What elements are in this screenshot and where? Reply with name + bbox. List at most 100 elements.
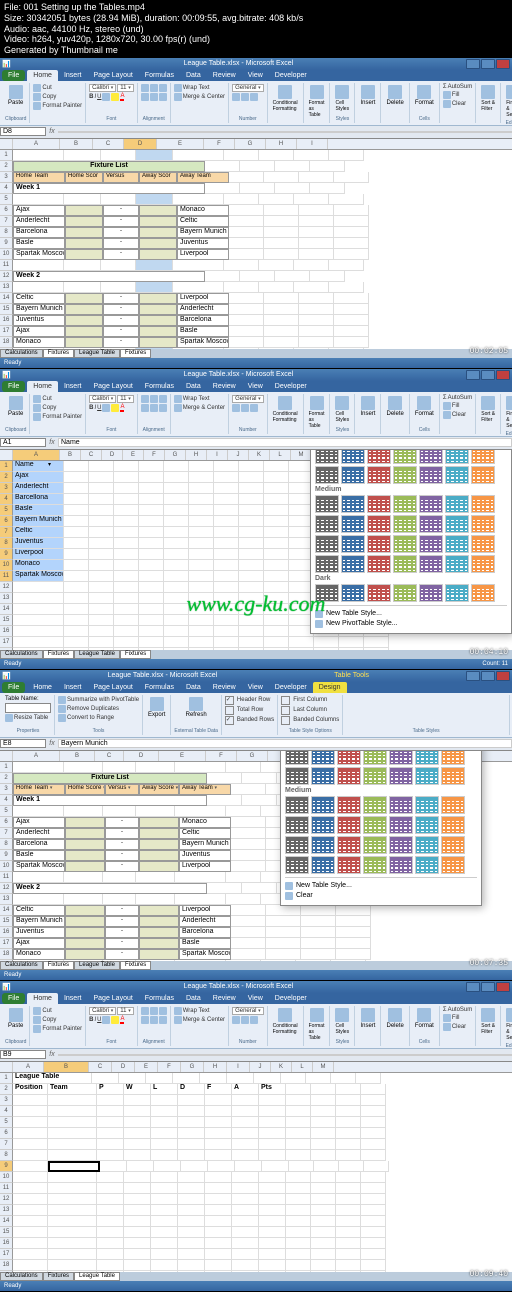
spreadsheet-cell[interactable] [264,527,289,538]
spreadsheet-cell[interactable] [65,938,105,949]
spreadsheet-cell[interactable] [151,1183,178,1194]
spreadsheet-cell[interactable] [164,483,189,494]
row-header[interactable]: 4 [0,1106,13,1117]
spreadsheet-cell[interactable] [89,472,114,483]
spreadsheet-cell[interactable]: - [105,850,139,861]
spreadsheet-cell[interactable] [205,271,240,282]
spreadsheet-cell[interactable] [259,1172,286,1183]
spreadsheet-cell[interactable] [136,150,173,161]
spreadsheet-cell[interactable] [13,894,64,905]
column-header[interactable]: I [297,139,328,149]
tab-file[interactable]: File [2,993,25,1004]
align-left-icon[interactable] [141,1016,149,1024]
spreadsheet-cell[interactable] [364,1161,389,1172]
spreadsheet-cell[interactable] [264,227,299,238]
spreadsheet-cell[interactable] [178,1194,205,1205]
spreadsheet-cell[interactable]: Spartak Moscow [13,571,64,582]
row-header[interactable]: 12 [0,883,13,894]
table-style-swatch[interactable] [415,856,439,874]
column-header[interactable]: F [158,1062,181,1072]
tab-insert[interactable]: Insert [58,70,88,81]
spreadsheet-cell[interactable] [232,1172,259,1183]
spreadsheet-cell[interactable] [64,806,103,817]
tab-review[interactable]: Review [207,381,242,392]
spreadsheet-cell[interactable] [264,315,299,326]
spreadsheet-cell[interactable] [48,1172,97,1183]
sheet-tab[interactable]: Fixtures [43,1272,74,1281]
row-header[interactable]: 15 [0,916,13,927]
column-header[interactable]: E [135,1062,158,1072]
spreadsheet-cell[interactable] [311,1084,336,1095]
spreadsheet-cell[interactable] [65,227,103,238]
spreadsheet-cell[interactable]: Juventus [13,927,65,938]
spreadsheet-cell[interactable] [139,571,164,582]
spreadsheet-cell[interactable] [189,483,214,494]
spreadsheet-cell[interactable] [232,1271,259,1272]
table-style-swatch[interactable] [415,751,439,765]
align-right-icon[interactable] [159,404,167,412]
spreadsheet-cell[interactable] [48,1238,97,1249]
spreadsheet-cell[interactable] [259,1216,286,1227]
table-style-swatch[interactable] [419,450,443,464]
table-style-swatch[interactable] [441,836,465,854]
row-header[interactable]: 2 [0,773,13,784]
table-style-swatch[interactable] [337,767,361,785]
spreadsheet-cell[interactable]: - [103,326,139,337]
table-style-swatch[interactable] [389,836,413,854]
spreadsheet-cell[interactable] [275,271,310,282]
spreadsheet-cell[interactable] [97,1216,124,1227]
currency-icon[interactable] [232,93,240,101]
spreadsheet-cell[interactable] [97,1183,124,1194]
table-style-swatch[interactable] [389,796,413,814]
spreadsheet-cell[interactable] [139,304,177,315]
spreadsheet-cell[interactable] [97,1194,124,1205]
percent-icon[interactable] [241,1016,249,1024]
tab-data[interactable]: Data [180,70,207,81]
spreadsheet-cell[interactable] [361,1095,386,1106]
spreadsheet-cell[interactable]: Anderlecht [13,216,65,227]
spreadsheet-cell[interactable] [205,1238,232,1249]
spreadsheet-cell[interactable] [136,260,173,271]
spreadsheet-cell[interactable] [311,1183,336,1194]
insert-cells-button[interactable]: Insert [358,395,377,418]
spreadsheet-cell[interactable] [64,538,89,549]
tab-data[interactable]: Data [180,993,207,1004]
spreadsheet-cell[interactable] [139,560,164,571]
row-header[interactable]: 9 [0,549,13,560]
align-bottom-icon[interactable] [159,1007,167,1015]
spreadsheet-cell[interactable] [178,1249,205,1260]
table-style-swatch[interactable] [445,555,469,573]
spreadsheet-cell[interactable] [361,1260,386,1271]
spreadsheet-cell[interactable] [336,1172,361,1183]
spreadsheet-cell[interactable] [89,538,114,549]
spreadsheet-cell[interactable] [124,1205,151,1216]
spreadsheet-cell[interactable] [336,1205,361,1216]
maximize-button[interactable] [481,370,495,380]
spreadsheet-grid[interactable]: ABCDEFGHI12Fixture List3Home Team ▾Home … [0,751,512,961]
spreadsheet-cell[interactable] [240,161,275,172]
formula-bar[interactable]: Bayern Munich [58,739,512,748]
table-style-swatch[interactable] [311,856,335,874]
table-style-swatch[interactable] [419,555,443,573]
table-style-swatch[interactable] [441,796,465,814]
spreadsheet-cell[interactable] [259,150,294,161]
spreadsheet-cell[interactable] [48,1227,97,1238]
spreadsheet-cell[interactable] [48,1106,97,1117]
spreadsheet-cell[interactable] [205,1172,232,1183]
tab-view[interactable]: View [242,993,269,1004]
currency-icon[interactable] [232,404,240,412]
spreadsheet-cell[interactable] [336,1227,361,1238]
spreadsheet-cell[interactable] [139,461,164,472]
spreadsheet-cell[interactable]: League Table [13,1073,92,1084]
formula-bar[interactable] [58,1054,512,1056]
spreadsheet-cell[interactable] [101,194,136,205]
spreadsheet-cell[interactable]: Monaco [13,337,65,348]
cut-button[interactable]: Cut [33,84,82,92]
spreadsheet-cell[interactable] [13,872,64,883]
spreadsheet-cell[interactable] [239,516,264,527]
spreadsheet-cell[interactable] [89,527,114,538]
table-style-swatch[interactable] [341,584,365,602]
row-header[interactable]: 4 [0,494,13,505]
spreadsheet-cell[interactable] [264,337,299,348]
row-header[interactable]: 13 [0,1205,13,1216]
